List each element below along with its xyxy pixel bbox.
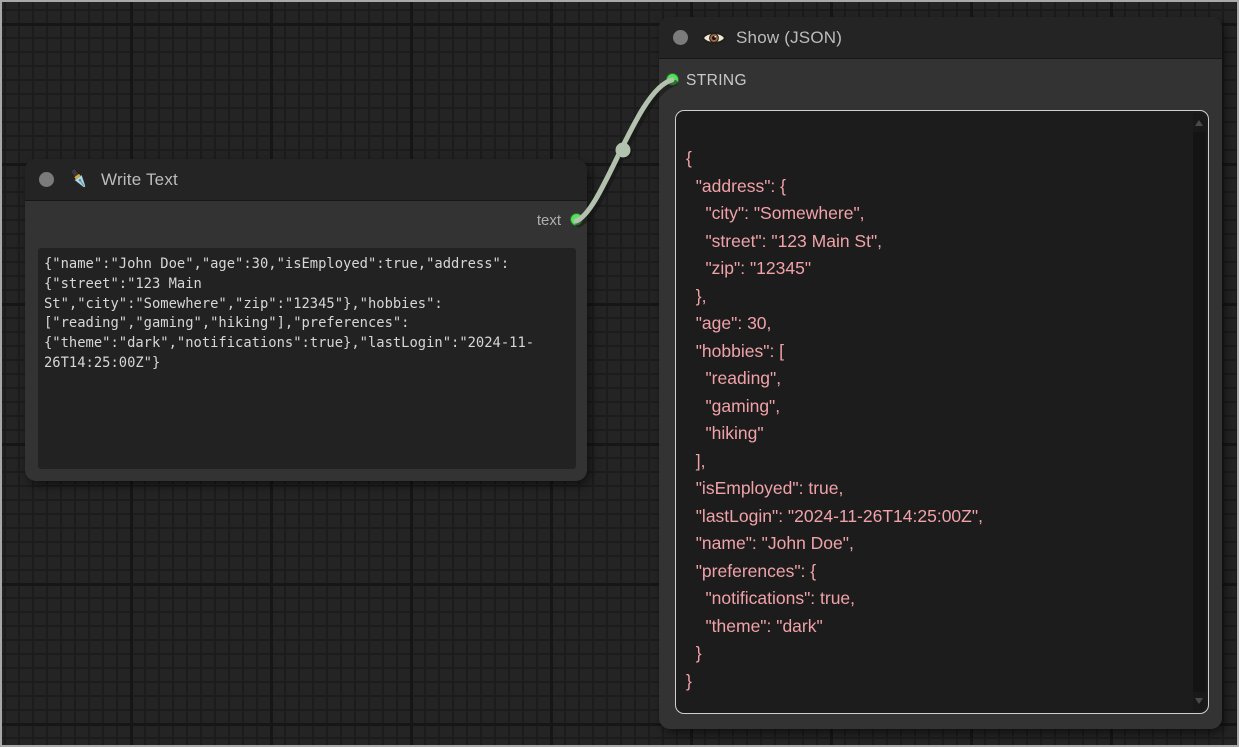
pen-nib-icon: [67, 167, 92, 192]
scrollbar-up-arrow-icon[interactable]: [1195, 120, 1203, 126]
text-output-label: text: [537, 212, 561, 229]
collapse-dot-icon[interactable]: [673, 30, 688, 45]
scrollbar-thumb[interactable]: [1193, 132, 1206, 692]
show-json-node[interactable]: Show (JSON) STRING { "address": { "city"…: [659, 17, 1222, 729]
json-panel-scrollbar[interactable]: [1193, 113, 1206, 711]
show-json-node-title: Show (JSON): [736, 28, 842, 48]
text-output-port[interactable]: [570, 213, 583, 226]
write-text-node[interactable]: Write Text text {"name":"John Doe","age"…: [25, 159, 587, 481]
show-json-node-header[interactable]: Show (JSON): [659, 17, 1222, 59]
write-text-node-title: Write Text: [101, 170, 178, 190]
write-text-node-header[interactable]: Write Text: [25, 159, 587, 201]
json-display-panel[interactable]: { "address": { "city": "Somewhere", "str…: [675, 110, 1209, 714]
string-input-slot: STRING: [659, 59, 1222, 105]
json-display-text: { "address": { "city": "Somewhere", "str…: [676, 111, 1190, 713]
string-input-port[interactable]: [666, 73, 679, 86]
wire-midpoint-dot[interactable]: [616, 143, 631, 158]
collapse-dot-icon[interactable]: [39, 172, 54, 187]
text-output-slot: text: [25, 201, 587, 247]
text-input-widget[interactable]: {"name":"John Doe","age":30,"isEmployed"…: [38, 248, 576, 469]
string-input-label: STRING: [686, 72, 747, 90]
wire-midpoint-shadow: [618, 145, 633, 160]
eye-icon: [701, 29, 727, 47]
node-graph-canvas[interactable]: Write Text text {"name":"John Doe","age"…: [0, 0, 1239, 747]
scrollbar-down-arrow-icon[interactable]: [1195, 698, 1203, 704]
